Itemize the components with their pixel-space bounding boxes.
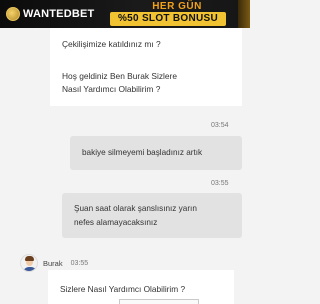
user-message-bubble: Şuan saat olarak şanslısınız yarın nefes… [62, 193, 242, 238]
brand-logo: WANTEDBET [6, 7, 94, 21]
welcome-offer: Nasıl Yardımcı Olabilirim ? [62, 84, 161, 94]
agent-name: Burak [43, 258, 63, 268]
agent-avatar-icon [20, 254, 38, 272]
message-timestamp: 03:55 [211, 180, 229, 187]
welcome-greeting: Hoş geldiniz Ben Burak Sizlere [62, 71, 177, 81]
quick-reply-box[interactable] [119, 299, 199, 304]
user-message-text: nefes alamayacaksınız [74, 218, 158, 227]
user-message-bubble: bakiye silmeyemi başladınız artık [70, 136, 242, 170]
user-message-text: Şuan saat olarak şanslısınız yarın [74, 204, 197, 213]
welcome-message-panel: Çekilişimize katıldınız mı ? Hoş geldini… [50, 28, 242, 106]
promo-headline: HER GÜN [152, 1, 202, 12]
welcome-question: Çekilişimize katıldınız mı ? [62, 39, 161, 49]
user-message-text: bakiye silmeyemi başladınız artık [82, 148, 203, 157]
brand-logo-icon [6, 7, 20, 21]
agent-message-text: Sizlere Nasıl Yardımcı Olabilirim ? [60, 284, 186, 294]
promo-banner[interactable]: WANTEDBET HER GÜN %50 SLOT BONUSU [0, 0, 250, 28]
promo-bonus-badge: %50 SLOT BONUSU [110, 12, 226, 26]
message-timestamp: 03:55 [70, 259, 89, 267]
promo-decoration [238, 0, 250, 28]
promo-area: HER GÜN %50 SLOT BONUSU [104, 0, 250, 28]
brand-name: WANTEDBET [23, 8, 95, 20]
message-timestamp: 03:54 [211, 122, 229, 129]
agent-message-card: Sizlere Nasıl Yardımcı Olabilirim ? [48, 270, 234, 304]
